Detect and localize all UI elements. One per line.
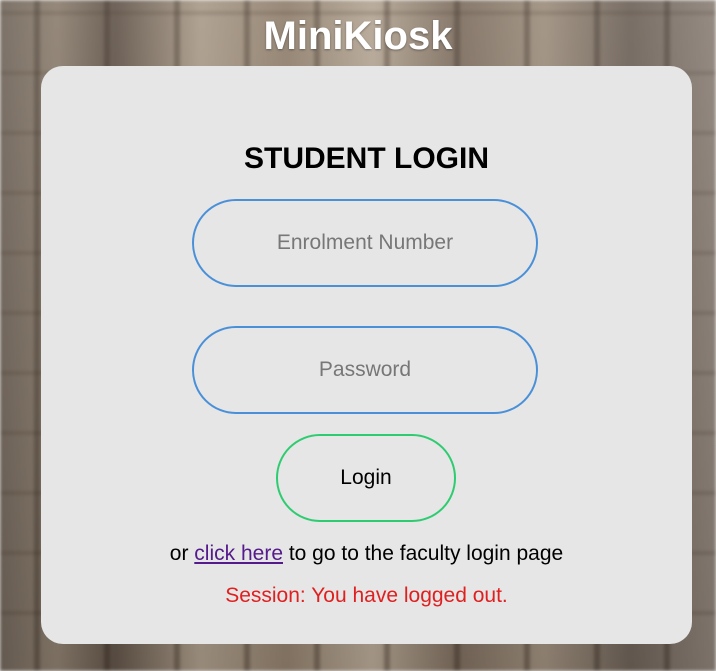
password-input[interactable] <box>192 326 538 414</box>
login-button[interactable]: Login <box>276 434 456 522</box>
enrolment-number-input[interactable] <box>192 199 538 287</box>
login-card: STUDENT LOGIN Login or click here to go … <box>41 66 692 644</box>
faculty-login-text: or click here to go to the faculty login… <box>41 542 692 566</box>
faculty-prefix-text: or <box>169 542 195 565</box>
faculty-login-link[interactable]: click here <box>194 542 283 565</box>
login-heading: STUDENT LOGIN <box>244 142 489 175</box>
app-title: MiniKiosk <box>263 14 453 58</box>
session-status-message: Session: You have logged out. <box>225 584 508 607</box>
faculty-suffix-text: to go to the faculty login page <box>283 542 564 565</box>
